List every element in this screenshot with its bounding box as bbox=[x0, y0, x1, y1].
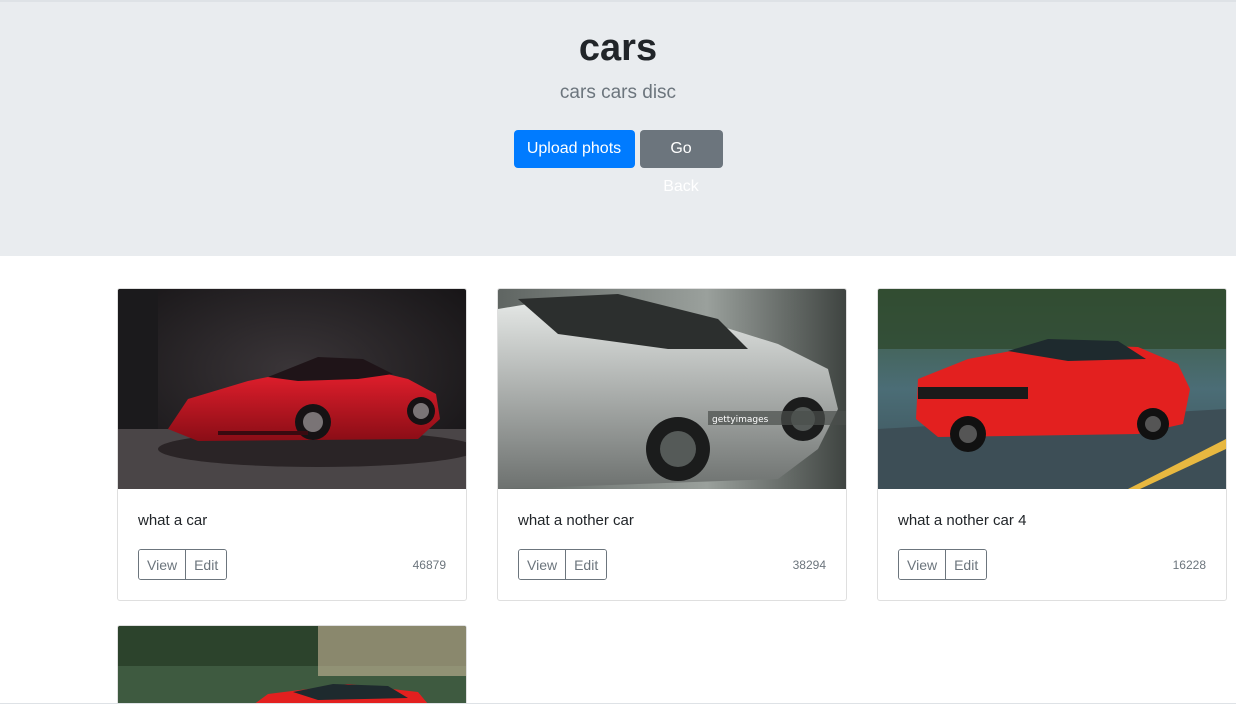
card-actions: View Edit bbox=[898, 549, 988, 580]
go-back-button[interactable]: Go Back bbox=[639, 130, 723, 195]
view-count: 16228 bbox=[1172, 558, 1206, 572]
card-body: what a car View Edit 46879 bbox=[118, 489, 466, 600]
card-image-red-mustang[interactable] bbox=[118, 626, 466, 710]
card-title: what a nother car 4 bbox=[898, 512, 1027, 529]
album-card: what a car View Edit 46879 bbox=[117, 288, 467, 601]
card-image-red-mustang[interactable] bbox=[878, 289, 1226, 489]
card-image-silver-concept-car[interactable]: gettyimages bbox=[498, 289, 846, 489]
upload-photos-button[interactable]: Upload phots bbox=[513, 130, 635, 168]
album-card: what a nother car 4 View Edit 16228 bbox=[877, 288, 1227, 601]
album-card: gettyimages what a nother car View Edit … bbox=[497, 288, 847, 601]
edit-button[interactable]: Edit bbox=[185, 550, 227, 579]
card-title: what a car bbox=[138, 512, 208, 529]
page-subtitle: cars cars disc bbox=[559, 82, 677, 103]
bottom-border bbox=[0, 703, 1236, 710]
view-button[interactable]: View bbox=[139, 550, 186, 579]
svg-text:gettyimages: gettyimages bbox=[712, 415, 769, 425]
album-card bbox=[117, 625, 467, 710]
edit-button[interactable]: Edit bbox=[945, 550, 987, 579]
card-body: what a nother car View Edit 38294 bbox=[498, 489, 846, 600]
card-actions: View Edit bbox=[138, 549, 228, 580]
page-title: cars bbox=[578, 27, 658, 69]
header-actions: Upload phots Go Back bbox=[0, 130, 1236, 195]
view-count: 46879 bbox=[412, 558, 446, 572]
view-button[interactable]: View bbox=[899, 550, 946, 579]
edit-button[interactable]: Edit bbox=[565, 550, 607, 579]
view-count: 38294 bbox=[792, 558, 826, 572]
card-image-red-sports-car[interactable] bbox=[118, 289, 466, 489]
view-button[interactable]: View bbox=[519, 550, 566, 579]
card-actions: View Edit bbox=[518, 549, 608, 580]
card-body: what a nother car 4 View Edit 16228 bbox=[878, 489, 1226, 600]
card-title: what a nother car bbox=[518, 512, 634, 529]
jumbotron-header: cars cars cars disc Upload phots Go Back bbox=[0, 2, 1236, 256]
